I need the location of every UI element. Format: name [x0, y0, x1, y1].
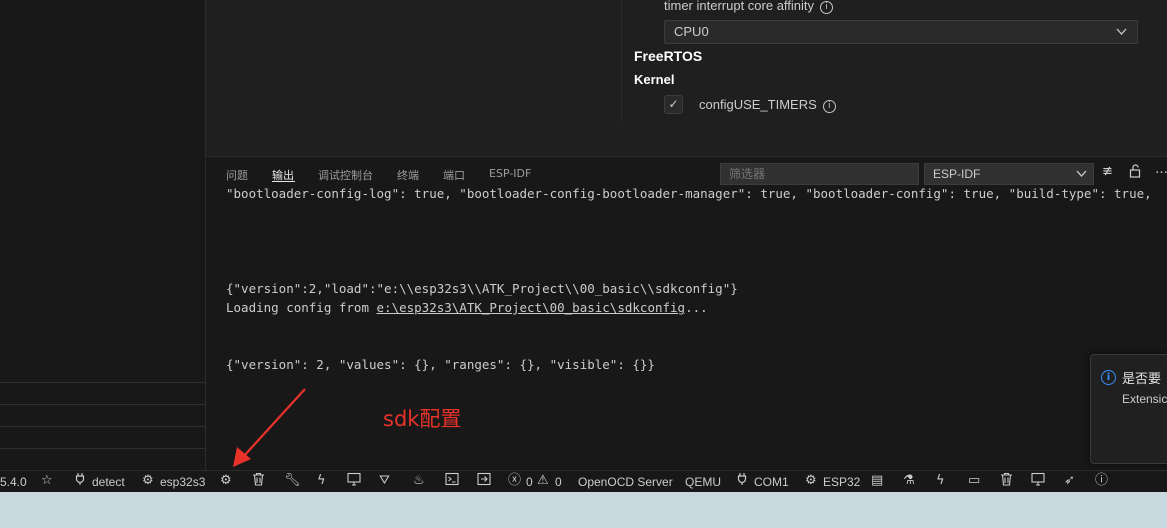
use-timers-setting-label: configUSE_TIMERS i [699, 97, 836, 113]
output-text: Loading config from [226, 300, 377, 315]
divider [0, 426, 205, 427]
chevron-down-icon [1076, 170, 1087, 177]
help-icon[interactable]: ⓘ [1095, 472, 1108, 490]
detect-button[interactable]: detect [92, 473, 125, 491]
output-line: "bootloader-config-log": true, "bootload… [226, 186, 1152, 201]
output-channel-select[interactable]: ESP-IDF [924, 163, 1094, 185]
plug-icon [75, 472, 85, 490]
flash-icon[interactable]: ϟ [317, 472, 326, 490]
output-filter-input[interactable] [720, 163, 919, 185]
core-affinity-value: CPU0 [674, 24, 709, 39]
trash-icon[interactable] [252, 472, 265, 490]
wrench-icon[interactable]: 🔧︎ [284, 472, 301, 490]
debug-icon[interactable]: ⛛ [379, 472, 390, 490]
subsection-title: Kernel [634, 72, 675, 87]
divider [0, 382, 205, 383]
notification-toast[interactable]: i 是否要 Extensic [1090, 354, 1167, 464]
idf-version[interactable]: 5.4.0 [0, 473, 27, 491]
affinity-setting-label: timer interrupt core affinity i [664, 0, 834, 14]
chevron-down-icon [1116, 28, 1127, 35]
info-icon[interactable]: i [820, 1, 834, 14]
use-timers-checkbox[interactable]: ✓ [664, 95, 683, 114]
tab-debug-console[interactable]: 调试控制台 [318, 167, 373, 183]
tab-ports[interactable]: 端口 [443, 167, 465, 183]
desktop-background [0, 492, 1167, 528]
sdkconfig-path-link[interactable]: e:\esp32s3\ATK_Project\00_basic\sdkconfi… [377, 300, 686, 315]
qemu-button[interactable]: QEMU [685, 473, 721, 491]
annotation-label: sdk配置 [383, 407, 462, 431]
flash-icon[interactable]: ϟ [936, 472, 945, 490]
tab-problems[interactable]: 问题 [226, 167, 248, 183]
run-task-icon[interactable] [477, 472, 491, 490]
divider [0, 404, 205, 405]
flash-monitor-icon[interactable]: ▭ [968, 472, 980, 490]
editor-divider [621, 0, 622, 122]
chip-icon: ⚙ [805, 473, 817, 488]
divider [0, 448, 205, 449]
sdk-config-gear-icon[interactable]: ⚙ [220, 472, 232, 490]
openocd-server-button[interactable]: OpenOCD Server [578, 473, 673, 491]
affinity-label-text: timer interrupt core affinity [664, 0, 815, 13]
side-bar [0, 0, 206, 470]
warning-count[interactable]: 0 [555, 473, 562, 491]
sdcard-icon[interactable]: ▤ [871, 472, 883, 490]
flame-icon[interactable]: ♨ [413, 472, 425, 490]
trash-icon[interactable] [1000, 472, 1013, 490]
output-channel-value: ESP-IDF [933, 167, 981, 181]
annotation-arrow [233, 388, 306, 467]
use-timers-label-text: configUSE_TIMERS [699, 97, 817, 112]
core-affinity-select[interactable]: CPU0 [664, 20, 1138, 44]
output-line: {"version":2,"load":"e:\\esp32s3\\ATK_Pr… [226, 281, 738, 296]
status-bar: 5.4.0 ☆ detect ⚙ esp32s3 ⚙ 🔧︎ ϟ ⛛ ♨ ⓧ 0 … [0, 470, 1167, 493]
output-text: ... [685, 300, 708, 315]
more-actions-icon[interactable]: … [1155, 162, 1167, 177]
active-tab-indicator [272, 181, 295, 182]
flask-icon[interactable]: ⚗ [903, 472, 915, 490]
terminal-icon[interactable] [445, 472, 459, 490]
clear-output-icon[interactable]: ≢ [1102, 164, 1113, 179]
warning-icon[interactable]: ⚠ [537, 472, 549, 490]
tab-terminal[interactable]: 终端 [397, 167, 419, 183]
info-icon: i [1101, 370, 1116, 385]
serial-port-selector[interactable]: COM1 [754, 473, 789, 491]
monitor-icon[interactable] [347, 472, 361, 490]
notification-body: Extensic [1122, 392, 1167, 406]
info-icon[interactable]: i [822, 100, 836, 113]
output-line: {"version": 2, "values": {}, "ranges": {… [226, 357, 655, 372]
section-title: FreeRTOS [634, 48, 703, 64]
rocket-icon[interactable]: ➶ [1064, 472, 1075, 490]
monitor-icon[interactable] [1031, 472, 1045, 490]
notification-title: 是否要 [1122, 372, 1162, 387]
output-line: Loading config from e:\esp32s3\ATK_Proje… [226, 300, 708, 315]
error-icon[interactable]: ⓧ [508, 472, 521, 490]
target-selector[interactable]: esp32s3 [160, 473, 205, 491]
tab-esp-idf[interactable]: ESP-IDF [489, 167, 531, 180]
plug-icon [737, 472, 747, 490]
lock-scroll-icon[interactable] [1129, 164, 1143, 182]
chip-selector[interactable]: ESP32 [823, 473, 860, 491]
error-count[interactable]: 0 [526, 473, 533, 491]
star-icon[interactable]: ☆ [41, 472, 53, 490]
chip-icon: ⚙ [142, 473, 154, 488]
